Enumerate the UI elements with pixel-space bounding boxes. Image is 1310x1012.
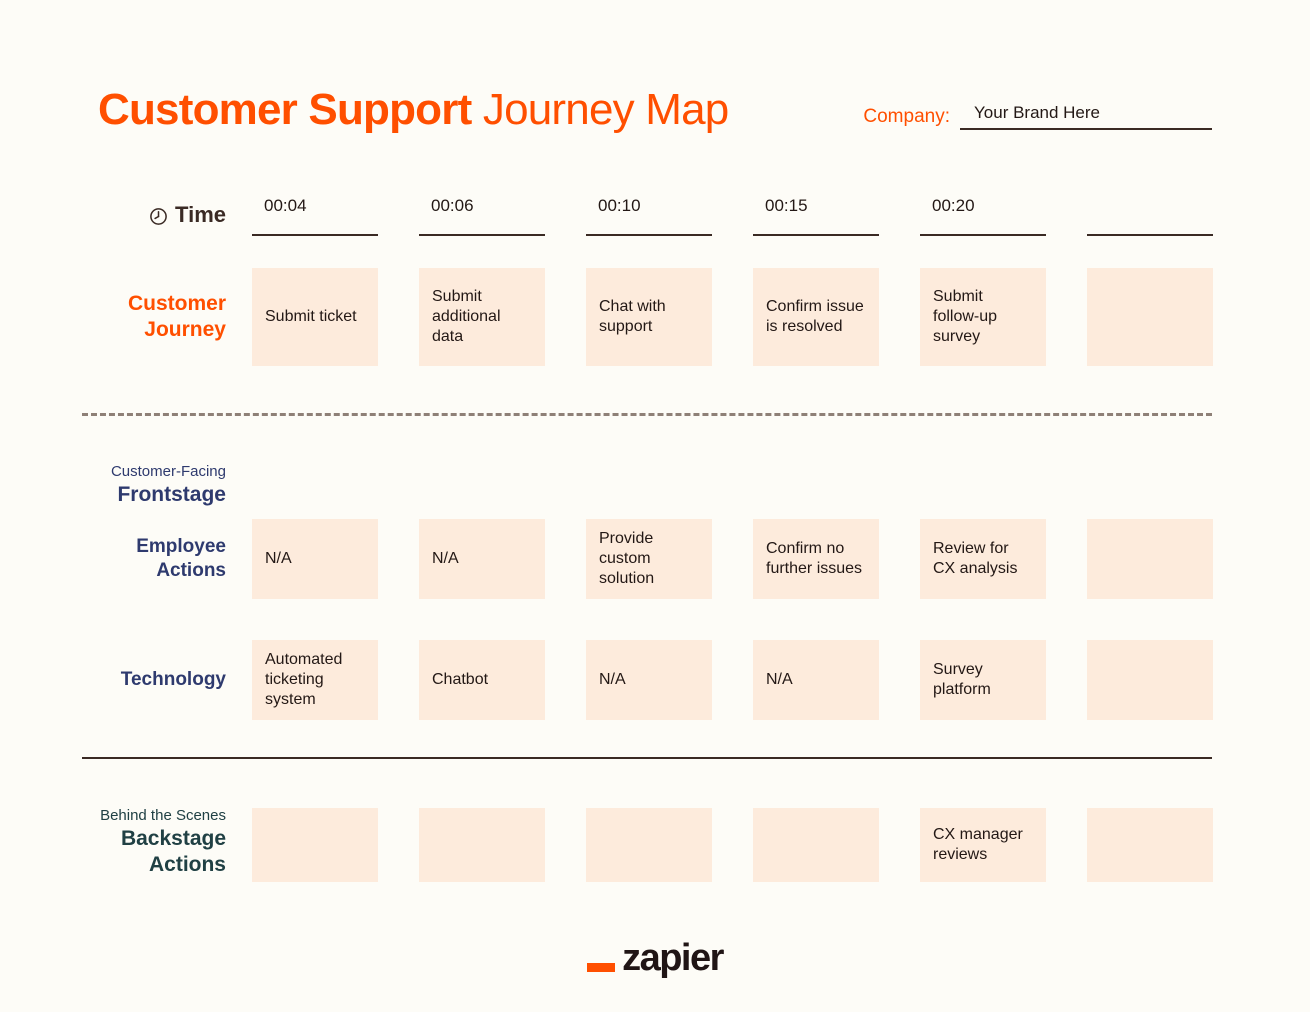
technology-card-5[interactable]: Survey platform	[920, 640, 1046, 720]
frontstage-dashed-divider	[82, 413, 1212, 416]
technology-label: Technology	[98, 668, 252, 692]
time-row-label: Time	[98, 202, 252, 228]
technology-card-6[interactable]	[1087, 640, 1213, 720]
journey-card-4[interactable]: Confirm issue is resolved	[753, 268, 879, 366]
customer-journey-label-line1: Customer	[127, 292, 226, 315]
time-field-3[interactable]: 00:10	[586, 194, 712, 236]
technology-card-4[interactable]: N/A	[753, 640, 879, 720]
journey-card-3[interactable]: Chat with support	[586, 268, 712, 366]
backstage-card-5[interactable]: CX manager reviews	[920, 808, 1046, 882]
employee-actions-label-line1: Employee	[136, 536, 226, 557]
employee-actions-row: Employee Actions N/A N/A Provide custom …	[98, 519, 1213, 599]
frontstage-section-caption: Customer-Facing Frontstage	[98, 462, 252, 508]
technology-cells: Automated ticketing system Chatbot N/A N…	[252, 640, 1213, 720]
technology-card-2[interactable]: Chatbot	[419, 640, 545, 720]
company-input[interactable]: Your Brand Here	[960, 103, 1212, 130]
time-field-6[interactable]	[1087, 194, 1213, 236]
time-field-4[interactable]: 00:15	[753, 194, 879, 236]
technology-card-1[interactable]: Automated ticketing system	[252, 640, 378, 720]
backstage-card-3[interactable]	[586, 808, 712, 882]
customer-journey-row: Customer Journey Submit ticket Submit ad…	[98, 268, 1213, 366]
frontstage-name: Frontstage	[117, 483, 226, 506]
customer-journey-label: Customer Journey	[98, 291, 252, 343]
employee-actions-cells: N/A N/A Provide custom solution Confirm …	[252, 519, 1213, 599]
technology-label-line1: Technology	[120, 669, 226, 690]
page-title: Customer Support Journey Map	[98, 84, 729, 136]
journey-card-5[interactable]: Submit follow-up survey	[920, 268, 1046, 366]
zapier-logo-text: zapier	[622, 937, 724, 979]
backstage-card-1[interactable]	[252, 808, 378, 882]
backstage-actions-cells: CX manager reviews	[252, 808, 1213, 882]
backstage-card-2[interactable]	[419, 808, 545, 882]
employee-actions-label-line2: Actions	[156, 560, 226, 581]
time-label-text: Time	[175, 202, 226, 227]
journey-card-1[interactable]: Submit ticket	[252, 268, 378, 366]
customer-journey-cells: Submit ticket Submit additional data Cha…	[252, 268, 1213, 366]
journey-card-2[interactable]: Submit additional data	[419, 268, 545, 366]
technology-card-3[interactable]: N/A	[586, 640, 712, 720]
time-field-2[interactable]: 00:06	[419, 194, 545, 236]
journey-map-page: Customer Support Journey Map Company: Yo…	[0, 0, 1310, 1012]
employee-card-2[interactable]: N/A	[419, 519, 545, 599]
frontstage-kicker: Customer-Facing	[110, 463, 226, 480]
time-cells: 00:04 00:06 00:10 00:15 00:20	[252, 194, 1213, 236]
backstage-card-4[interactable]	[753, 808, 879, 882]
backstage-card-6[interactable]	[1087, 808, 1213, 882]
page-title-bold: Customer Support	[98, 85, 472, 134]
journey-card-6[interactable]	[1087, 268, 1213, 366]
employee-card-1[interactable]: N/A	[252, 519, 378, 599]
time-row: Time 00:04 00:06 00:10 00:15 00:20	[98, 192, 1213, 238]
backstage-solid-divider	[82, 757, 1212, 759]
employee-actions-label: Employee Actions	[98, 535, 252, 583]
employee-card-4[interactable]: Confirm no further issues	[753, 519, 879, 599]
company-block: Company: Your Brand Here	[863, 103, 1212, 136]
page-title-light: Journey Map	[482, 85, 729, 134]
clock-icon	[149, 206, 168, 225]
backstage-actions-row: CX manager reviews	[98, 808, 1213, 882]
employee-card-5[interactable]: Review for CX analysis	[920, 519, 1046, 599]
employee-card-3[interactable]: Provide custom solution	[586, 519, 712, 599]
zapier-logo: zapier	[0, 938, 1310, 978]
employee-card-6[interactable]	[1087, 519, 1213, 599]
page-header: Customer Support Journey Map Company: Yo…	[98, 66, 1212, 136]
customer-journey-label-line2: Journey	[144, 318, 226, 341]
time-field-5[interactable]: 00:20	[920, 194, 1046, 236]
company-label: Company:	[863, 106, 950, 127]
zapier-underscore-icon	[587, 962, 616, 972]
time-field-1[interactable]: 00:04	[252, 194, 378, 236]
technology-row: Technology Automated ticketing system Ch…	[98, 640, 1213, 720]
